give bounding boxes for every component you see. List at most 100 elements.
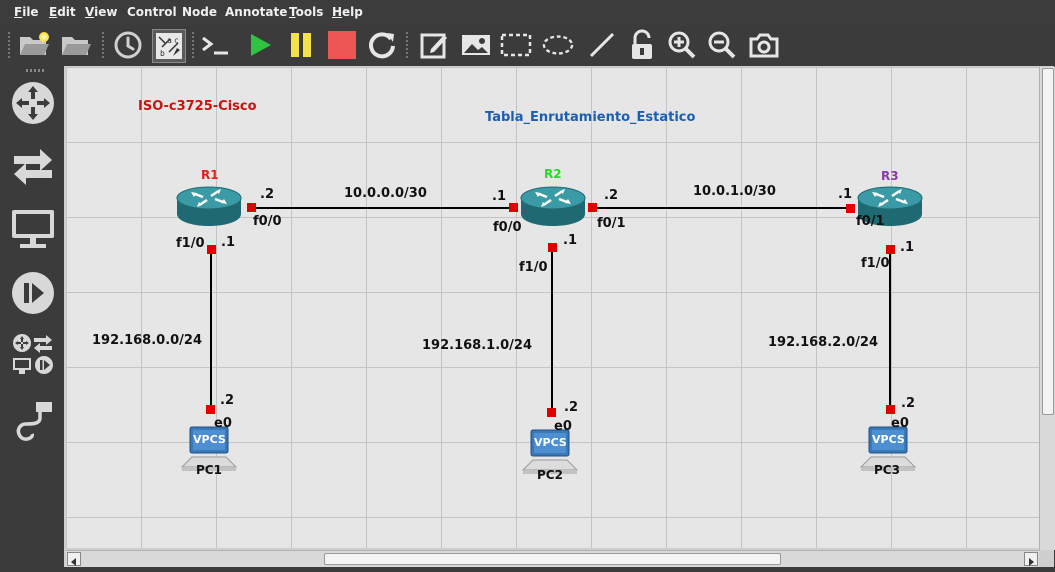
network-label-lan1[interactable]: 192.168.0.0/24 bbox=[92, 333, 202, 348]
scroll-right-button[interactable] bbox=[1024, 552, 1038, 566]
open-project-icon[interactable] bbox=[18, 29, 50, 61]
dock-grip bbox=[26, 69, 44, 72]
zoom-out-icon[interactable] bbox=[706, 29, 738, 61]
reload-icon[interactable] bbox=[366, 29, 398, 61]
svg-text:b: b bbox=[160, 49, 165, 58]
menu-bar: File Edit View Control Node Annotate Too… bbox=[0, 0, 1055, 26]
zoom-in-icon[interactable] bbox=[666, 29, 698, 61]
menu-annotate[interactable]: Annotate bbox=[225, 5, 287, 19]
ip-label[interactable]: .1 bbox=[900, 240, 914, 255]
security-devices-icon[interactable] bbox=[10, 270, 56, 316]
network-label-lan2[interactable]: 192.168.1.0/24 bbox=[422, 338, 532, 353]
interface-label[interactable]: f0/1 bbox=[856, 214, 885, 229]
topology-title-note[interactable]: Tabla_Enrutamiento_Estatico bbox=[485, 110, 695, 125]
menu-help[interactable]: Help bbox=[332, 5, 363, 19]
add-link-icon[interactable] bbox=[10, 398, 56, 444]
vertical-scrollbar-thumb[interactable] bbox=[1042, 68, 1054, 415]
ip-label[interactable]: .2 bbox=[901, 396, 915, 411]
router-r2-label: R2 bbox=[544, 167, 562, 181]
ip-label[interactable]: .2 bbox=[220, 393, 234, 408]
routers-icon[interactable] bbox=[10, 80, 56, 126]
port-indicator bbox=[548, 243, 557, 252]
interface-label[interactable]: e0 bbox=[891, 416, 909, 431]
show-interface-labels-icon[interactable]: acb bbox=[152, 29, 186, 63]
chevron-right-icon bbox=[1029, 558, 1034, 566]
ip-label[interactable]: .1 bbox=[563, 233, 577, 248]
topology-canvas[interactable]: ISO-c3725-Cisco Tabla_Enrutamiento_Estat… bbox=[66, 67, 1039, 548]
toolbar-separator bbox=[192, 32, 194, 58]
horizontal-scrollbar[interactable] bbox=[66, 550, 1039, 567]
menu-edit[interactable]: Edit bbox=[49, 5, 76, 19]
device-dock bbox=[0, 64, 64, 569]
link-r2-pc2[interactable] bbox=[551, 247, 553, 412]
router-r1[interactable] bbox=[175, 184, 243, 228]
vpcs-badge: VPCS bbox=[872, 433, 905, 446]
console-icon[interactable] bbox=[200, 29, 232, 61]
toolbar-separator bbox=[406, 32, 408, 58]
link-r1-r2[interactable] bbox=[247, 207, 513, 209]
pc2-label: PC2 bbox=[537, 468, 563, 482]
pc3-label: PC3 bbox=[874, 463, 900, 477]
network-label-r1-r2[interactable]: 10.0.0.0/30 bbox=[344, 186, 427, 201]
interface-label[interactable]: e0 bbox=[554, 419, 572, 434]
scroll-left-button[interactable] bbox=[67, 552, 81, 566]
menu-node[interactable]: Node bbox=[182, 5, 217, 19]
port-indicator bbox=[846, 204, 855, 213]
menu-view[interactable]: View bbox=[85, 5, 117, 19]
pc1-label: PC1 bbox=[196, 463, 222, 477]
ip-label[interactable]: .1 bbox=[838, 187, 852, 202]
interface-label[interactable]: f0/0 bbox=[493, 220, 522, 235]
link-r1-pc1[interactable] bbox=[210, 249, 212, 409]
vpcs-badge: VPCS bbox=[193, 433, 226, 446]
menu-file[interactable]: File bbox=[14, 5, 39, 19]
ios-image-note[interactable]: ISO-c3725-Cisco bbox=[138, 99, 257, 114]
menu-control[interactable]: Control bbox=[127, 5, 177, 19]
port-indicator bbox=[509, 203, 518, 212]
interface-label[interactable]: f1/0 bbox=[861, 256, 890, 271]
horizontal-scrollbar-thumb[interactable] bbox=[324, 553, 781, 565]
open-folder-icon[interactable] bbox=[60, 29, 92, 61]
port-indicator bbox=[206, 405, 215, 414]
vertical-scrollbar[interactable] bbox=[1039, 67, 1055, 550]
link-r2-r3[interactable] bbox=[591, 207, 849, 209]
interface-label[interactable]: f0/0 bbox=[253, 214, 282, 229]
start-icon[interactable] bbox=[244, 29, 276, 61]
switches-icon[interactable] bbox=[10, 144, 56, 190]
toolbar: acb bbox=[0, 26, 1055, 64]
stop-icon[interactable] bbox=[326, 29, 358, 61]
draw-rectangle-icon[interactable] bbox=[500, 29, 532, 61]
ip-label[interactable]: .2 bbox=[260, 187, 274, 202]
ip-label[interactable]: .1 bbox=[221, 235, 235, 250]
interface-label[interactable]: e0 bbox=[214, 416, 232, 431]
port-indicator bbox=[547, 408, 556, 417]
ip-label[interactable]: .2 bbox=[604, 188, 618, 203]
chevron-left-icon bbox=[71, 558, 76, 566]
link-r3-pc3[interactable] bbox=[889, 249, 891, 409]
port-indicator bbox=[886, 245, 895, 254]
end-devices-icon[interactable] bbox=[10, 206, 56, 252]
router-r1-label: R1 bbox=[201, 168, 219, 182]
router-icon bbox=[520, 186, 586, 226]
menu-tools[interactable]: Tools bbox=[289, 5, 323, 19]
suspend-icon[interactable] bbox=[285, 29, 317, 61]
ip-label[interactable]: .2 bbox=[564, 400, 578, 415]
draw-line-icon[interactable] bbox=[586, 29, 618, 61]
port-indicator bbox=[247, 203, 256, 212]
network-label-lan3[interactable]: 192.168.2.0/24 bbox=[768, 335, 878, 350]
vpcs-badge: VPCS bbox=[534, 436, 567, 449]
add-note-icon[interactable] bbox=[418, 29, 450, 61]
lock-icon[interactable] bbox=[626, 29, 658, 61]
all-devices-icon[interactable] bbox=[10, 332, 56, 378]
insert-picture-icon[interactable] bbox=[460, 29, 492, 61]
router-r2[interactable] bbox=[519, 184, 587, 228]
interface-label[interactable]: f0/1 bbox=[597, 216, 626, 231]
screenshot-icon[interactable] bbox=[748, 29, 780, 61]
ip-label[interactable]: .1 bbox=[492, 189, 506, 204]
draw-ellipse-icon[interactable] bbox=[542, 29, 574, 61]
network-label-r2-r3[interactable]: 10.0.1.0/30 bbox=[693, 184, 776, 199]
interface-label[interactable]: f1/0 bbox=[519, 260, 548, 275]
port-indicator bbox=[886, 405, 895, 414]
port-indicator bbox=[207, 245, 216, 254]
snapshot-clock-icon[interactable] bbox=[112, 29, 144, 61]
interface-label[interactable]: f1/0 bbox=[176, 236, 205, 251]
